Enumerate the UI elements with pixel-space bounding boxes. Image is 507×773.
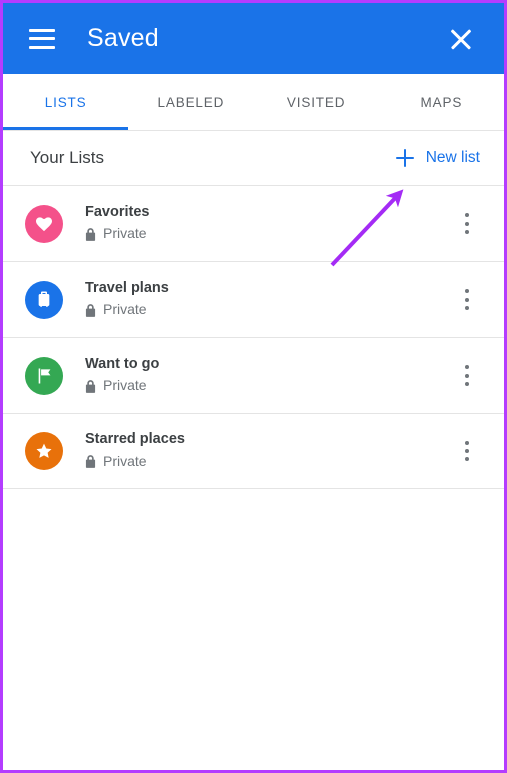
tab-maps-label: MAPS <box>420 94 463 110</box>
plus-icon <box>395 149 414 167</box>
app-bar: Saved <box>3 3 504 74</box>
app-window: Saved LISTS LABELED VISITED MAPS Your Li… <box>0 0 507 773</box>
tab-lists[interactable]: LISTS <box>3 74 129 130</box>
your-lists-heading: Your Lists <box>30 148 105 167</box>
flag-icon <box>25 356 63 395</box>
tab-labeled-label: LABELED <box>157 94 225 110</box>
more-vertical-icon[interactable] <box>452 429 482 473</box>
tab-lists-label: LISTS <box>44 94 87 110</box>
page-title: Saved <box>87 24 159 52</box>
star-icon <box>25 432 63 470</box>
lock-icon <box>85 379 96 393</box>
tab-maps[interactable]: MAPS <box>379 74 504 130</box>
suitcase-icon <box>25 280 63 319</box>
lock-icon <box>85 303 96 317</box>
tab-labeled[interactable]: LABELED <box>128 74 253 130</box>
list-item-title: Travel plans <box>85 279 169 296</box>
list-item-title: Want to go <box>85 355 160 372</box>
list-item-privacy-label: Private <box>103 377 147 394</box>
more-vertical-icon[interactable] <box>452 202 482 246</box>
list-item[interactable]: Starred places Private <box>3 413 504 489</box>
new-list-button[interactable]: New list <box>390 145 486 171</box>
hamburger-menu-icon[interactable] <box>29 28 55 49</box>
list-item-privacy: Private <box>85 300 452 320</box>
tab-visited[interactable]: VISITED <box>254 74 379 130</box>
list-item-text: Want to go Private <box>85 355 452 396</box>
list-item-title: Favorites <box>85 203 150 220</box>
heart-icon <box>25 204 63 243</box>
list-item-privacy: Private <box>85 224 452 244</box>
list-item-text: Favorites Private <box>85 203 452 244</box>
list-item-privacy: Private <box>85 452 452 472</box>
new-list-label: New list <box>425 149 480 166</box>
list-item-title: Starred places <box>85 431 185 448</box>
tab-bar: LISTS LABELED VISITED MAPS <box>3 74 504 131</box>
list-item-privacy-label: Private <box>103 225 147 242</box>
list-item[interactable]: Favorites Private <box>3 185 504 261</box>
saved-lists: Favorites Private Travel plans Private W… <box>3 185 504 489</box>
lock-icon <box>85 227 96 241</box>
more-vertical-icon[interactable] <box>452 278 482 322</box>
section-header: Your Lists New list <box>3 131 504 185</box>
close-icon[interactable] <box>444 22 478 56</box>
lock-icon <box>85 455 96 469</box>
list-item-text: Starred places Private <box>85 430 452 471</box>
list-item-privacy: Private <box>85 376 452 396</box>
more-vertical-icon[interactable] <box>452 354 482 398</box>
list-item[interactable]: Travel plans Private <box>3 261 504 337</box>
list-item-privacy-label: Private <box>103 301 147 318</box>
list-item[interactable]: Want to go Private <box>3 337 504 413</box>
list-item-privacy-label: Private <box>103 452 147 469</box>
list-item-text: Travel plans Private <box>85 279 452 320</box>
tab-visited-label: VISITED <box>286 94 346 110</box>
